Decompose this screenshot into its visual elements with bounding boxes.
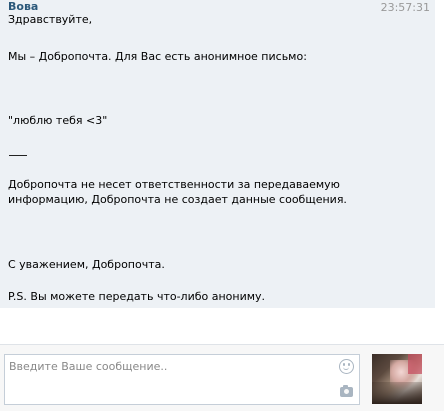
message-divider: [9, 155, 27, 156]
message-ps: P.S. Вы можете передать что-либо анониму…: [8, 290, 266, 303]
message-intro: Мы – Добропочта. Для Вас есть анонимное …: [8, 50, 307, 63]
message-input-box[interactable]: [4, 354, 360, 405]
camera-icon[interactable]: [340, 385, 353, 397]
avatar-detail: [408, 354, 422, 374]
message-input[interactable]: [9, 358, 329, 374]
avatar[interactable]: [372, 354, 422, 404]
message-disclaimer-line-2: информацию, Добропочта не создает данные…: [8, 193, 347, 206]
message-composer: [0, 344, 444, 411]
avatar-detail: [372, 382, 422, 404]
message-time[interactable]: 23:57:31: [381, 1, 430, 14]
message-quote: "люблю тебя <3": [8, 114, 108, 127]
message-block: Вова 23:57:31 Здравствуйте, Мы – Добропо…: [0, 0, 435, 308]
message-signature: С уважением, Добропочта.: [8, 258, 165, 271]
camera-lens: [344, 389, 349, 394]
message-disclaimer-line-1: Добропочта не несет ответственности за п…: [8, 178, 340, 191]
message-greeting: Здравствуйте,: [8, 13, 93, 26]
smile-icon[interactable]: [339, 359, 354, 374]
smile-mouth: [343, 366, 349, 370]
